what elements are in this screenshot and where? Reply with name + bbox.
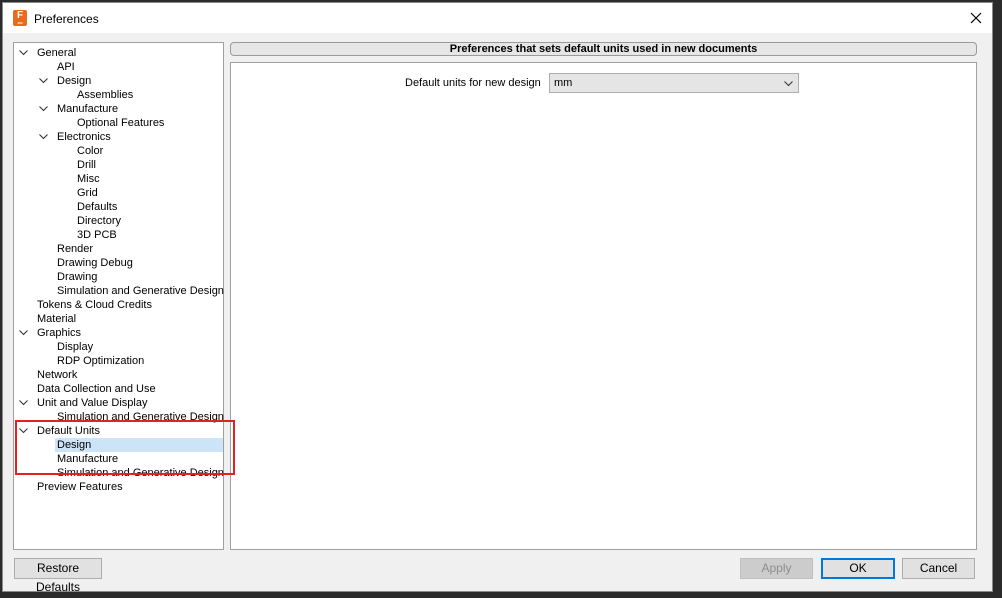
tree-item[interactable]: Network [14, 368, 223, 382]
tree-item[interactable]: 3D PCB [14, 228, 223, 242]
tree-item[interactable]: Directory [14, 214, 223, 228]
tree-item-label: Design [57, 75, 92, 87]
expand-chevron-icon[interactable] [19, 49, 28, 56]
tree-item[interactable]: Simulation and Generative Design [14, 284, 224, 298]
expand-chevron-icon[interactable] [39, 105, 48, 112]
window-title: Preferences [34, 12, 99, 26]
tree-item-label: Unit and Value Display [37, 397, 148, 409]
tree-item-label: Network [37, 369, 78, 381]
tree-item-label: Display [57, 341, 94, 353]
tree-item[interactable]: Preview Features [14, 480, 223, 494]
tree-item-label: Drawing Debug [57, 257, 133, 269]
expand-chevron-icon[interactable] [39, 133, 48, 140]
tree-item[interactable]: Simulation and Generative Design [14, 466, 224, 480]
tree-item-label: Defaults [77, 201, 118, 213]
tree-item[interactable]: Display [14, 340, 223, 354]
tree-item[interactable]: Design [14, 438, 223, 452]
tree-item[interactable]: Misc [14, 172, 223, 186]
tree-item-label: Simulation and Generative Design [57, 411, 224, 423]
tree-item-label: 3D PCB [77, 229, 117, 241]
cancel-button[interactable]: Cancel [902, 558, 975, 579]
tree-item-label: Tokens & Cloud Credits [37, 299, 152, 311]
tree-item[interactable]: RDP Optimization [14, 354, 223, 368]
tree-item[interactable]: Design [14, 74, 223, 88]
tree-item-label: Design [57, 439, 92, 451]
tree-item[interactable]: Drill [14, 158, 223, 172]
restore-defaults-button[interactable]: Restore Defaults [14, 558, 102, 594]
expand-chevron-icon[interactable] [39, 77, 48, 84]
tree-item[interactable]: Manufacture [14, 102, 223, 116]
tree-item-label: Drawing [57, 271, 98, 283]
title-bar: F 360 Preferences [3, 3, 992, 33]
tree-item[interactable]: Assemblies [14, 88, 223, 102]
tree-item-label: RDP Optimization [57, 355, 145, 367]
tree-item-label: API [57, 61, 75, 73]
tree-item[interactable]: Material [14, 312, 223, 326]
tree-item[interactable]: Render [14, 242, 223, 256]
tree-item-label: Render [57, 243, 94, 255]
apply-button[interactable]: Apply [740, 558, 813, 579]
expand-chevron-icon[interactable] [19, 329, 28, 336]
tree-item-label: Simulation and Generative Design [57, 285, 224, 297]
tree-item[interactable]: Drawing [14, 270, 223, 284]
tree-item-label: Electronics [57, 131, 111, 143]
tree-item[interactable]: Tokens & Cloud Credits [14, 298, 223, 312]
default-units-value: mm [554, 77, 573, 89]
tree-item[interactable]: Manufacture [14, 452, 223, 466]
tree-item-label: Manufacture [57, 453, 119, 465]
tree-item-label: Directory [77, 215, 122, 227]
app-icon-letter: F [16, 10, 24, 21]
tree-item-label: Data Collection and Use [37, 383, 156, 395]
tree-item-label: Color [77, 145, 104, 157]
chevron-down-icon [784, 81, 793, 87]
tree-item[interactable]: Default Units [14, 424, 223, 438]
tree-item-label: Drill [77, 159, 96, 171]
fusion-app-icon: F 360 [13, 10, 27, 26]
tree-item-label: Material [37, 313, 77, 325]
tree-item-label: Simulation and Generative Design [57, 467, 224, 479]
tree-item[interactable]: Data Collection and Use [14, 382, 223, 396]
app-icon-sub: 360 [17, 21, 23, 25]
expand-chevron-icon[interactable] [19, 427, 28, 434]
tree-item[interactable]: Drawing Debug [14, 256, 223, 270]
tree-item-label: Default Units [37, 425, 100, 437]
tree-item-label: Optional Features [77, 117, 165, 129]
default-units-label: Default units for new design [405, 77, 541, 89]
tree-item-label: Graphics [37, 327, 82, 339]
tree-item-label: Assemblies [77, 89, 134, 101]
tree-item[interactable]: API [14, 60, 223, 74]
tree-item[interactable]: Simulation and Generative Design [14, 410, 224, 424]
tree-item[interactable]: General [14, 46, 223, 60]
tree-item-label: Preview Features [37, 481, 123, 493]
tree-item-label: Grid [77, 187, 98, 199]
tree-item[interactable]: Defaults [14, 200, 223, 214]
tree-item[interactable]: Color [14, 144, 223, 158]
tree-item[interactable]: Optional Features [14, 116, 223, 130]
tree-item[interactable]: Grid [14, 186, 223, 200]
default-units-dropdown[interactable]: mm [549, 73, 799, 93]
content-panel [230, 62, 977, 550]
preferences-tree: General API Design Assemblies Manufacture Opt… [13, 42, 224, 550]
expand-chevron-icon[interactable] [19, 399, 28, 406]
ok-button[interactable]: OK [821, 558, 895, 579]
tree-item[interactable]: Electronics [14, 130, 223, 144]
tree-item-label: Misc [77, 173, 100, 185]
close-icon [970, 12, 982, 24]
tree-item-label: General [37, 47, 77, 59]
tree-item[interactable]: Graphics [14, 326, 223, 340]
close-button[interactable] [964, 6, 988, 30]
tree-item-label: Manufacture [57, 103, 119, 115]
tree-item[interactable]: Unit and Value Display [14, 396, 223, 410]
section-header: Preferences that sets default units used… [230, 42, 977, 56]
